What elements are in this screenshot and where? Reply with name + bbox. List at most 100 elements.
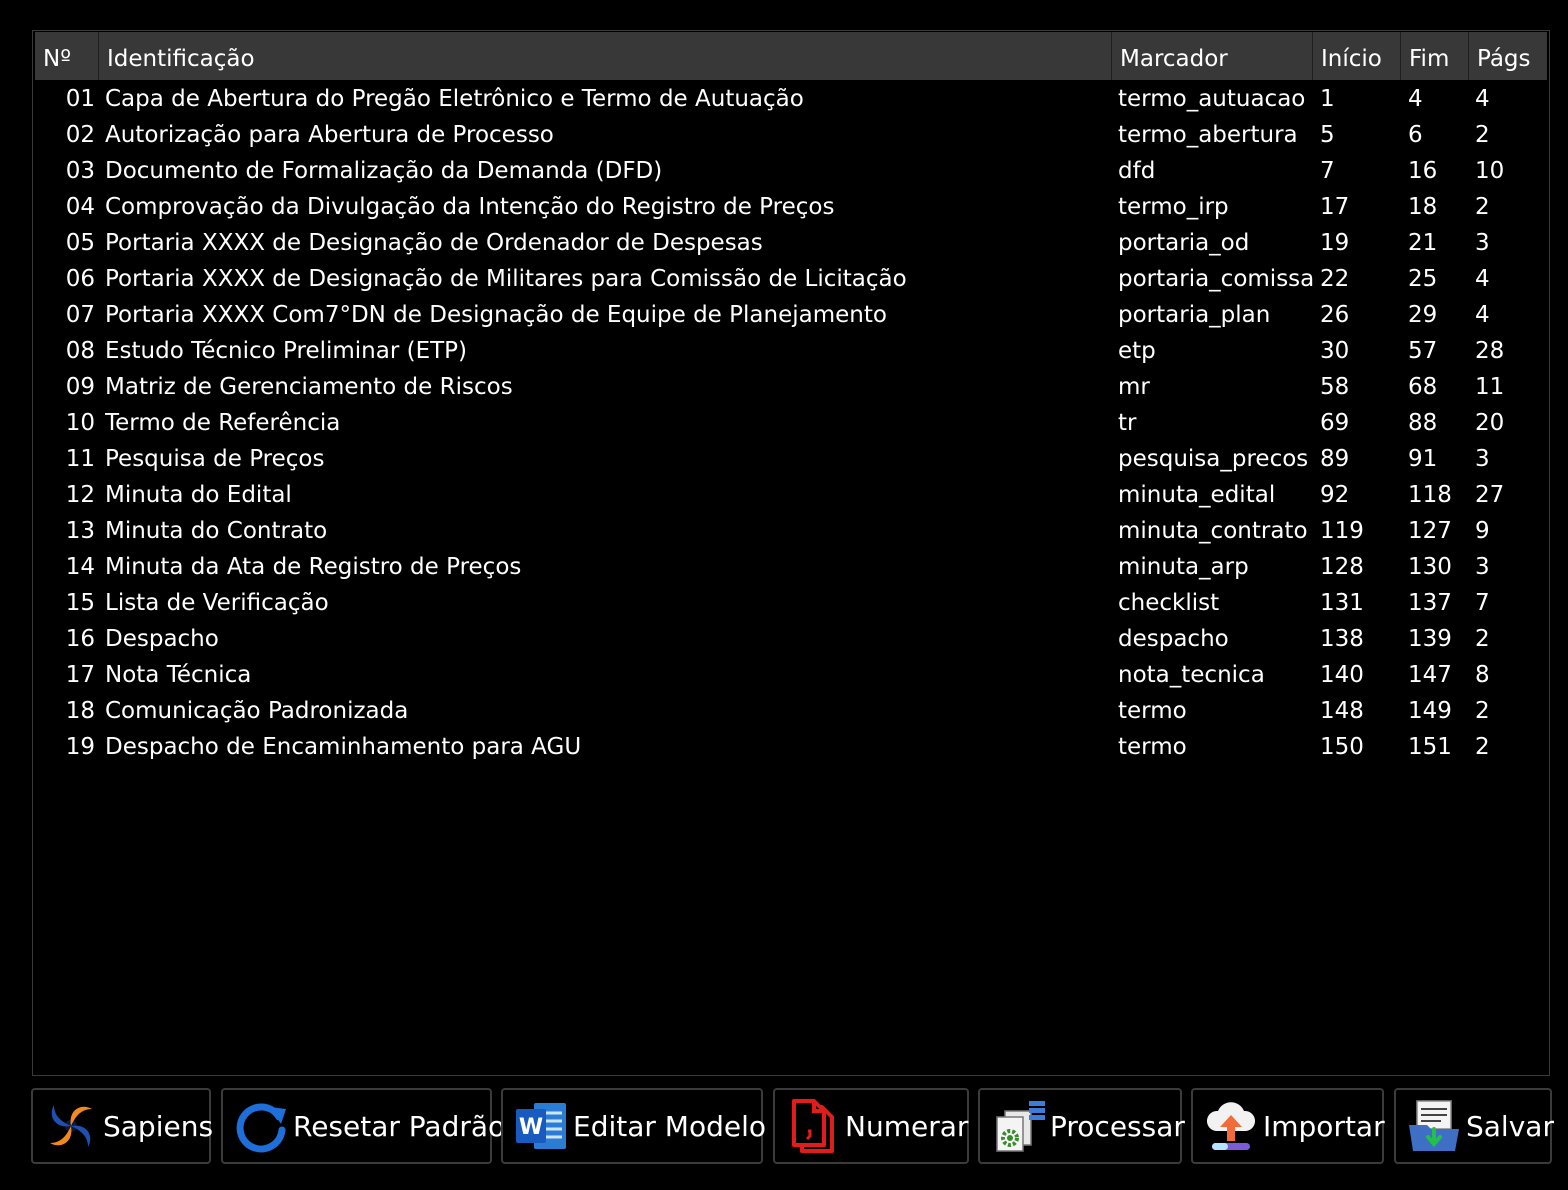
cell-num: 03 bbox=[65, 158, 95, 184]
salvar-label: Salvar bbox=[1466, 1109, 1554, 1143]
cell-pags: 2 bbox=[1475, 194, 1490, 220]
table-row[interactable]: 02 Autorização para Abertura de Processo t… bbox=[33, 117, 1549, 153]
table-row[interactable]: 05 Portaria XXXX de Designação de Ordenad… bbox=[33, 225, 1549, 261]
cell-num: 10 bbox=[65, 410, 95, 436]
cell-fim: 147 bbox=[1408, 662, 1452, 688]
col-header-pags[interactable]: Págs bbox=[1469, 32, 1547, 80]
cell-fim: 118 bbox=[1408, 482, 1452, 508]
salvar-button[interactable]: Salvar bbox=[1394, 1088, 1554, 1164]
cell-inicio: 131 bbox=[1320, 590, 1364, 616]
documents-table: Nº Identificação Marcador Início Fim Pág… bbox=[32, 30, 1550, 1076]
col-header-marcador[interactable]: Marcador bbox=[1112, 32, 1313, 80]
cell-num: 16 bbox=[65, 626, 95, 652]
cell-inicio: 17 bbox=[1320, 194, 1350, 220]
cell-inicio: 150 bbox=[1320, 734, 1364, 760]
cell-pags: 10 bbox=[1475, 158, 1505, 184]
table-row[interactable]: 15 Lista de Verificação checklist 131 137 7 bbox=[33, 585, 1549, 621]
numerar-button[interactable]: Numerar bbox=[773, 1088, 969, 1164]
cell-pags: 2 bbox=[1475, 698, 1490, 724]
table-row[interactable]: 18 Comunicação Padronizada termo 148 149 2 bbox=[33, 693, 1549, 729]
cell-marcador: termo_irp bbox=[1118, 194, 1229, 220]
cell-inicio: 58 bbox=[1320, 374, 1350, 400]
cell-fim: 57 bbox=[1408, 338, 1438, 364]
table-row[interactable]: 07 Portaria XXXX Com7°DN de Designação de… bbox=[33, 297, 1549, 333]
cell-pags: 4 bbox=[1475, 266, 1490, 292]
cell-num: 15 bbox=[65, 590, 95, 616]
cell-identificacao: Minuta do Contrato bbox=[105, 518, 328, 544]
resetar-padrao-label: Resetar Padrão bbox=[293, 1109, 506, 1143]
col-header-num[interactable]: Nº bbox=[35, 32, 99, 80]
cell-inicio: 138 bbox=[1320, 626, 1364, 652]
cell-identificacao: Minuta do Edital bbox=[105, 482, 292, 508]
cell-pags: 2 bbox=[1475, 734, 1490, 760]
table-header: Nº Identificação Marcador Início Fim Pág… bbox=[35, 32, 1547, 80]
cell-fim: 151 bbox=[1408, 734, 1452, 760]
cell-inicio: 128 bbox=[1320, 554, 1364, 580]
col-header-inicio[interactable]: Início bbox=[1313, 32, 1401, 80]
cell-inicio: 89 bbox=[1320, 446, 1350, 472]
cell-inicio: 19 bbox=[1320, 230, 1350, 256]
save-folder-icon bbox=[1404, 1096, 1464, 1156]
table-row[interactable]: 14 Minuta da Ata de Registro de Preços min… bbox=[33, 549, 1549, 585]
cell-marcador: checklist bbox=[1118, 590, 1220, 616]
cell-identificacao: Matriz de Gerenciamento de Riscos bbox=[105, 374, 513, 400]
cell-pags: 3 bbox=[1475, 446, 1490, 472]
cell-marcador: minuta_contrato bbox=[1118, 518, 1308, 544]
sapiens-logo-icon bbox=[41, 1096, 101, 1156]
importar-button[interactable]: Importar bbox=[1191, 1088, 1385, 1164]
cell-marcador: termo bbox=[1118, 698, 1187, 724]
cell-marcador: nota_tecnica bbox=[1118, 662, 1265, 688]
cell-identificacao: Portaria XXXX de Designação de Militares… bbox=[105, 266, 907, 292]
refresh-icon bbox=[231, 1096, 291, 1156]
table-row[interactable]: 19 Despacho de Encaminhamento para AGU ter… bbox=[33, 729, 1549, 765]
cell-num: 19 bbox=[65, 734, 95, 760]
cell-pags: 4 bbox=[1475, 86, 1490, 112]
processar-label: Processar bbox=[1050, 1109, 1185, 1143]
cell-num: 07 bbox=[65, 302, 95, 328]
table-row[interactable]: 16 Despacho despacho 138 139 2 bbox=[33, 621, 1549, 657]
cell-inicio: 69 bbox=[1320, 410, 1350, 436]
cell-num: 18 bbox=[65, 698, 95, 724]
col-header-fim[interactable]: Fim bbox=[1401, 32, 1469, 80]
cell-fim: 25 bbox=[1408, 266, 1438, 292]
cell-inicio: 1 bbox=[1320, 86, 1335, 112]
cell-inicio: 119 bbox=[1320, 518, 1364, 544]
cell-fim: 4 bbox=[1408, 86, 1423, 112]
table-row[interactable]: 13 Minuta do Contrato minuta_contrato 119 12… bbox=[33, 513, 1549, 549]
cell-inicio: 22 bbox=[1320, 266, 1350, 292]
cell-fim: 16 bbox=[1408, 158, 1438, 184]
cell-fim: 6 bbox=[1408, 122, 1423, 148]
cell-pags: 20 bbox=[1475, 410, 1505, 436]
cell-num: 13 bbox=[65, 518, 95, 544]
resetar-padrao-button[interactable]: Resetar Padrão bbox=[221, 1088, 505, 1164]
table-row[interactable]: 08 Estudo Técnico Preliminar (ETP) etp 30 57… bbox=[33, 333, 1549, 369]
editar-modelo-button[interactable]: W Editar Modelo bbox=[501, 1088, 766, 1164]
cell-identificacao: Pesquisa de Preços bbox=[105, 446, 325, 472]
table-row[interactable]: 17 Nota Técnica nota_tecnica 140 147 8 bbox=[33, 657, 1549, 693]
word-icon: W bbox=[511, 1096, 571, 1156]
col-header-identificacao[interactable]: Identificação bbox=[99, 32, 1112, 80]
processar-button[interactable]: Processar bbox=[978, 1088, 1185, 1164]
table-row[interactable]: 11 Pesquisa de Preços pesquisa_precos 89 91 3 bbox=[33, 441, 1549, 477]
cell-inicio: 30 bbox=[1320, 338, 1350, 364]
table-row[interactable]: 09 Matriz de Gerenciamento de Riscos mr 58 6… bbox=[33, 369, 1549, 405]
cell-num: 11 bbox=[65, 446, 95, 472]
table-row[interactable]: 12 Minuta do Edital minuta_edital 92 118 27 bbox=[33, 477, 1549, 513]
sapiens-button-label: Sapiens bbox=[103, 1109, 214, 1143]
cell-marcador: termo bbox=[1118, 734, 1187, 760]
cell-marcador: etp bbox=[1118, 338, 1156, 364]
table-row[interactable]: 06 Portaria XXXX de Designação de Militar… bbox=[33, 261, 1549, 297]
table-row[interactable]: 03 Documento de Formalização da Demanda (… bbox=[33, 153, 1549, 189]
cell-pags: 27 bbox=[1475, 482, 1505, 508]
cell-fim: 137 bbox=[1408, 590, 1452, 616]
cell-pags: 7 bbox=[1475, 590, 1490, 616]
table-row[interactable]: 01 Capa de Abertura do Pregão Eletrônico … bbox=[33, 81, 1549, 117]
cell-marcador: minuta_arp bbox=[1118, 554, 1249, 580]
numerar-label: Numerar bbox=[845, 1109, 969, 1143]
table-row[interactable]: 04 Comprovação da Divulgação da Intenção … bbox=[33, 189, 1549, 225]
table-row[interactable]: 10 Termo de Referência tr 69 88 20 bbox=[33, 405, 1549, 441]
cell-num: 01 bbox=[65, 86, 95, 112]
sapiens-button[interactable]: Sapiens bbox=[31, 1088, 214, 1164]
process-settings-icon bbox=[988, 1096, 1048, 1156]
cell-identificacao: Minuta da Ata de Registro de Preços bbox=[105, 554, 522, 580]
